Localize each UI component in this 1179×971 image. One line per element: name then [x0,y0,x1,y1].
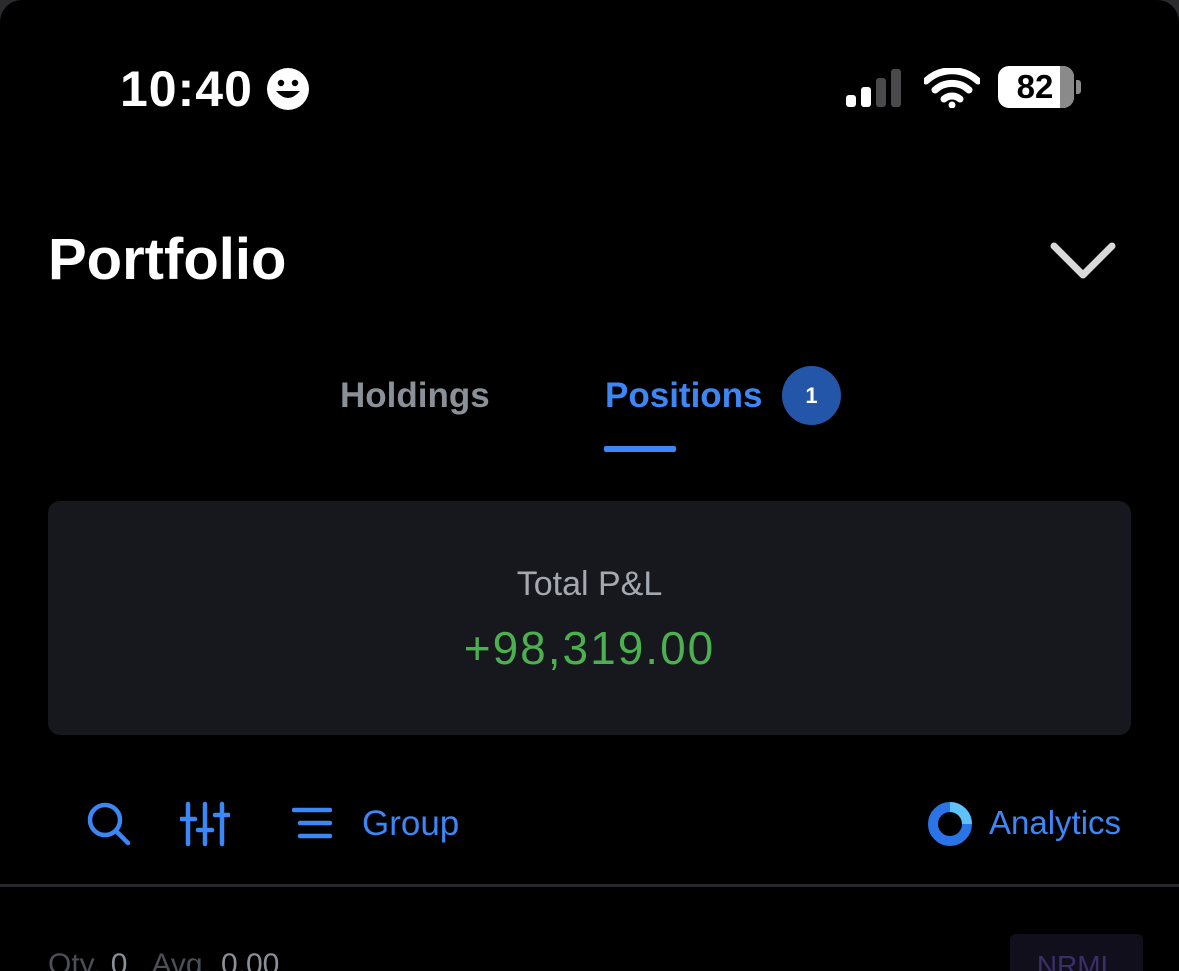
smiley-face-icon [267,68,309,110]
search-icon[interactable] [86,801,132,847]
avg-label: Avg. [151,948,211,971]
cellular-signal-icon [846,69,901,107]
pnl-value: +98,319.00 [463,622,716,674]
chevron-down-icon[interactable] [1050,240,1116,282]
wifi-icon [924,68,980,108]
group-button-label[interactable]: Group [362,804,459,844]
tab-positions[interactable]: Positions [605,376,763,416]
avg-value: 0.00 [220,948,280,971]
product-type-badge: NRML [1010,934,1143,971]
app-screen: 10:40 82 Portfolio Holdings Positions 1 … [0,0,1179,971]
analytics-ring-icon[interactable] [926,800,974,848]
tab-holdings[interactable]: Holdings [340,376,490,416]
page-title: Portfolio [48,227,287,292]
group-list-icon[interactable] [292,806,332,840]
section-divider [0,884,1179,887]
active-tab-indicator [604,446,676,452]
qty-label: Qty. [48,948,101,971]
pnl-summary-card: Total P&L +98,319.00 [48,501,1131,735]
analytics-button-label[interactable]: Analytics [989,804,1121,842]
status-time: 10:40 [120,61,253,117]
positions-count-badge: 1 [782,366,841,425]
sliders-icon[interactable] [180,801,230,847]
battery-percentage: 82 [1016,68,1054,105]
pnl-label: Total P&L [516,565,663,603]
position-row-meta[interactable]: Qty. 0 Avg. 0.00 [48,948,303,971]
battery-icon: 82 [998,66,1082,108]
qty-value: 0 [110,948,128,971]
